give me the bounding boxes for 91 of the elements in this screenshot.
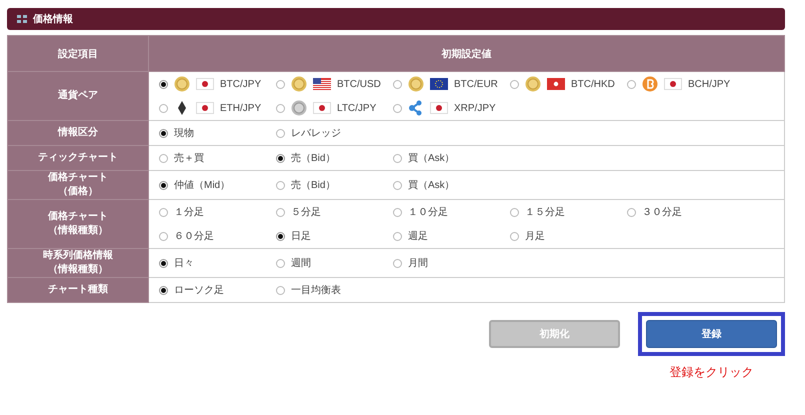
option-label: 売＋買 [174,152,204,165]
option-label: 一目均衡表 [291,284,341,297]
option-label: 売（Bid） [291,178,336,192]
row-label: チャート種類 [48,283,108,297]
radio-button[interactable] [510,80,519,88]
radio-button[interactable] [393,232,402,240]
option-label: ６０分足 [174,230,214,243]
radio-button[interactable] [510,232,519,240]
radio-button[interactable] [276,286,285,294]
radio-button[interactable] [627,80,636,88]
option-label: １分足 [174,206,204,219]
option-label: LTC/JPY [337,102,376,114]
radio-button[interactable] [276,154,285,162]
option-label: 買（Ask） [408,152,455,165]
register-button[interactable]: 登録 [646,320,777,348]
radio-button[interactable] [393,80,402,88]
radio-button[interactable] [159,258,168,268]
option-label: １０分足 [408,206,448,219]
panel-title: 価格情報 [33,12,73,26]
option-label: 仲値（Mid） [174,179,230,192]
radio-button[interactable] [276,208,285,216]
row-label: 情報区分 [58,126,98,140]
option-label: ローソク足 [174,284,224,297]
option-label: XRP/JPY [454,102,496,114]
option-label: 日足 [291,230,311,243]
option-label: 買（Ask） [408,179,455,192]
row-label: 価格チャート [48,171,108,185]
row-label: 時系列価格情報 [43,249,113,263]
option-label: 月間 [408,257,428,270]
radio-button[interactable] [276,232,285,240]
flag-icon [547,78,565,90]
option-label: BTC/JPY [220,78,262,90]
radio-button[interactable] [393,104,402,112]
option-label: １５分足 [525,206,565,219]
option-label: ETH/JPY [220,102,262,114]
coin-icon [174,76,190,92]
nodes-icon [408,100,424,116]
radio-button[interactable] [159,154,168,162]
radio-button[interactable] [159,232,168,240]
radio-button[interactable] [276,128,285,138]
coin-icon [408,76,424,92]
annotation-text: 登録をクリック [670,364,754,381]
radio-button[interactable] [159,104,168,112]
row-sublabel: （価格） [58,185,98,199]
option-label: レバレッジ [291,127,341,140]
coin-icon [291,100,307,116]
radio-button[interactable] [276,80,285,88]
radio-button[interactable] [159,128,168,138]
option-label: BTC/HKD [571,78,615,90]
row-label: ティックチャート [38,151,118,165]
radio-button[interactable] [627,208,636,216]
option-label: 現物 [174,127,194,140]
flag-icon [430,78,448,90]
radio-button[interactable] [393,154,402,162]
radio-button[interactable] [393,180,402,190]
radio-button[interactable] [159,80,168,88]
option-label: 日々 [174,257,194,270]
radio-button[interactable] [510,208,519,216]
radio-button[interactable] [393,258,402,268]
option-label: 週足 [408,230,428,243]
flag-icon [664,78,682,90]
radio-button[interactable] [159,286,168,294]
option-label: 月足 [525,230,545,243]
row-sublabel: （情報種類） [48,224,108,238]
radio-button[interactable] [276,180,285,190]
column-header: 設定項目 [8,36,148,72]
flag-icon [313,78,331,90]
flag-icon [196,102,214,114]
option-label: BTC/USD [337,78,381,90]
coin-icon [642,76,658,92]
row-label: 価格チャート [48,210,108,224]
radio-button[interactable] [276,104,285,112]
column-header: 初期設定値 [148,36,784,72]
grid-icon [17,15,27,23]
radio-button[interactable] [276,258,285,268]
option-label: 売（Bid） [291,152,336,165]
option-label: BCH/JPY [688,78,730,90]
radio-button[interactable] [159,208,168,216]
coin-icon [291,76,307,92]
flag-icon [430,102,448,114]
option-label: BTC/EUR [454,78,498,90]
option-label: 週間 [291,257,311,270]
coin-icon [525,76,541,92]
row-label: 通貨ペア [58,89,98,103]
radio-button[interactable] [393,208,402,216]
row-sublabel: （情報種類） [48,263,108,277]
radio-button[interactable] [159,180,168,190]
flag-icon [196,78,214,90]
option-label: ５分足 [291,206,321,219]
option-label: ３０分足 [642,206,682,219]
flag-icon [313,102,331,114]
